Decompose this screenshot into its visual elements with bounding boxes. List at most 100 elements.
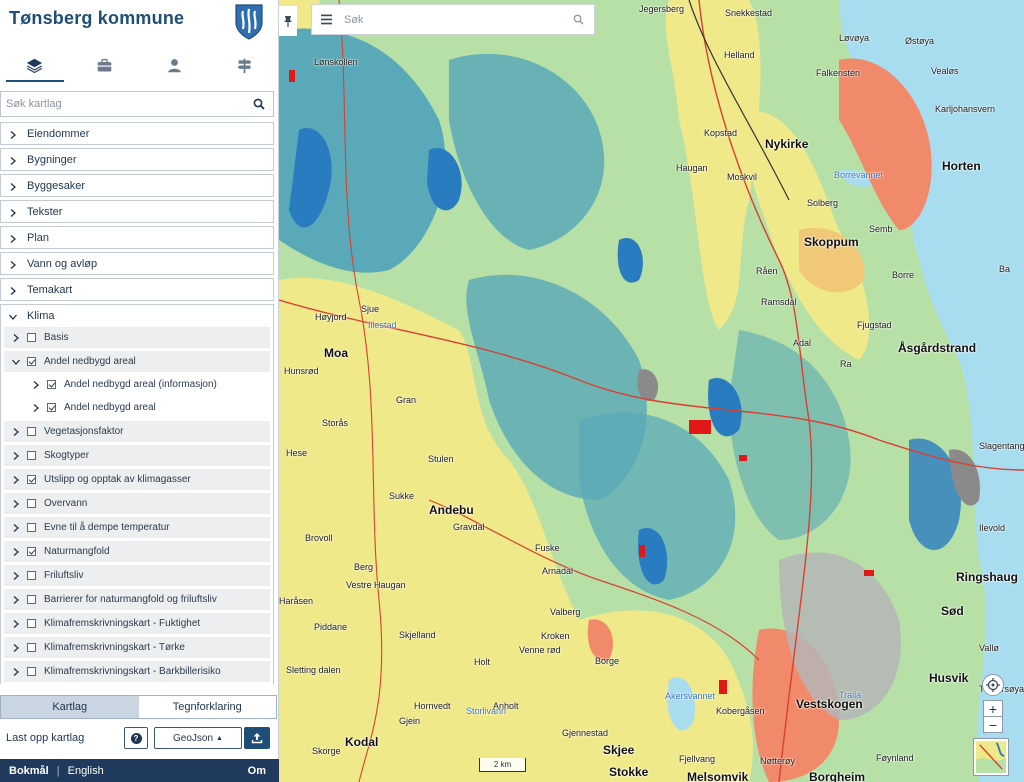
map-place-label: Storås: [322, 418, 349, 428]
map-place-label: Valberg: [550, 607, 581, 617]
layer-checkbox[interactable]: [27, 619, 36, 628]
layer-checkbox[interactable]: [27, 643, 36, 652]
basemap-switch-button[interactable]: [973, 738, 1009, 776]
category-label: Eiendommer: [27, 127, 90, 140]
layer-checkbox[interactable]: [27, 499, 36, 508]
upload-button[interactable]: [244, 727, 270, 749]
municipality-crest-icon: [235, 4, 263, 40]
tab-tegnforklaring[interactable]: Tegnforklaring: [139, 696, 277, 718]
pin-icon: [284, 16, 292, 27]
tab-kartlag[interactable]: Kartlag: [1, 696, 139, 718]
layer-checkbox[interactable]: [27, 595, 36, 604]
lang-english[interactable]: English: [68, 765, 104, 777]
map-place-label: Helland: [724, 50, 755, 60]
layer-checkbox[interactable]: [27, 571, 36, 580]
layer-checkbox[interactable]: [27, 547, 36, 556]
layer-checkbox[interactable]: [27, 451, 36, 460]
layer-checkbox[interactable]: [47, 403, 56, 412]
map-search-placeholder: Søk: [344, 13, 364, 26]
format-select[interactable]: GeoJson ▲: [154, 727, 242, 749]
help-icon: ?: [130, 732, 142, 744]
layer-item-dempe-temperatur[interactable]: Evne til å dempe temperatur: [4, 517, 270, 538]
layer-checkbox[interactable]: [27, 427, 36, 436]
layer-item-skogtyper[interactable]: Skogtyper: [4, 445, 270, 466]
layer-item-andel-nedbygd-areal-child[interactable]: Andel nedbygd areal: [4, 397, 270, 418]
layer-item-andel-nedbygd-areal-informasjon[interactable]: Andel nedbygd areal (informasjon): [4, 374, 270, 395]
map-search-input[interactable]: Søk: [311, 4, 595, 35]
menu-icon[interactable]: [321, 14, 332, 25]
map-pin-toggle[interactable]: [279, 6, 297, 36]
locate-button[interactable]: [982, 674, 1004, 696]
layer-checkbox[interactable]: [27, 667, 36, 676]
layer-item-utslipp[interactable]: Utslipp og opptak av klimagasser: [4, 469, 270, 490]
map-place-label: Haugan: [676, 163, 708, 173]
layer-checkbox[interactable]: [27, 333, 36, 342]
map-place-label: Venne rød: [519, 645, 561, 655]
search-icon[interactable]: [253, 98, 265, 110]
category-byggesaker[interactable]: Byggesaker: [0, 174, 274, 197]
category-vann-og-avlop[interactable]: Vann og avløp: [0, 252, 274, 275]
help-button[interactable]: ?: [124, 727, 148, 749]
layer-item-basis[interactable]: Basis: [4, 327, 270, 348]
layer-label: Klimafremskrivningskart - Fuktighet: [44, 618, 201, 629]
map-place-label: Gravdal: [453, 522, 485, 532]
layer-item-torke[interactable]: Klimafremskrivningskart - Tørke: [4, 637, 270, 658]
search-icon[interactable]: [573, 14, 584, 25]
layer-item-overvann[interactable]: Overvann: [4, 493, 270, 514]
zoom-in-button[interactable]: +: [983, 700, 1003, 717]
about-link[interactable]: Om: [248, 765, 266, 777]
lang-bokmal[interactable]: Bokmål: [9, 765, 49, 777]
map-place-label: Borre: [892, 270, 915, 280]
map-place-label: Skorge: [312, 746, 341, 756]
map-place-label: Vestre Haugan: [346, 580, 406, 590]
layer-checkbox[interactable]: [27, 523, 36, 532]
category-eiendommer[interactable]: Eiendommer: [0, 122, 274, 145]
toolbox-icon: [97, 58, 112, 71]
layer-item-barrierer[interactable]: Barrierer for naturmangfold og friluftsl…: [4, 589, 270, 610]
map-place-label: Skjelland: [399, 630, 436, 640]
layer-item-friluftsliv[interactable]: Friluftsliv: [4, 565, 270, 586]
layer-label: Klimafremskrivningskart - Barkbillerisik…: [44, 666, 221, 677]
map-place-label: Kopstad: [704, 128, 738, 138]
layer-item-andel-nedbygd-areal[interactable]: Andel nedbygd areal: [4, 351, 270, 372]
layer-checkbox[interactable]: [27, 357, 36, 366]
category-label: Klima: [27, 310, 55, 322]
map-canvas[interactable]: Jegersberg Snekkestad Løvøya Østøya Lønskoll…: [279, 0, 1024, 782]
chevron-right-icon: [9, 234, 17, 243]
sidebar-header: Tønsberg kommune: [0, 0, 279, 46]
category-plan[interactable]: Plan: [0, 226, 274, 249]
layer-checkbox[interactable]: [47, 380, 56, 389]
layer-item-barkbillerisiko[interactable]: Klimafremskrivningskart - Barkbillerisik…: [4, 661, 270, 682]
layer-label: Utslipp og opptak av klimagasser: [44, 474, 191, 485]
category-bygninger[interactable]: Bygninger: [0, 148, 274, 171]
app-title: Tønsberg kommune: [9, 8, 185, 28]
map-place-label: Arnadal: [542, 566, 574, 576]
category-temakart[interactable]: Temakart: [0, 278, 274, 301]
map-place-label: Vallø: [979, 643, 999, 653]
map-place-label: Semb: [869, 224, 893, 234]
layer-label: Andel nedbygd areal (informasjon): [64, 379, 217, 390]
map-place-label: Vestskogen: [796, 697, 863, 711]
layer-checkbox[interactable]: [27, 475, 36, 484]
map-place-label: Borge: [595, 656, 620, 666]
map-place-label: Moa: [324, 346, 348, 360]
tab-user[interactable]: [140, 48, 210, 82]
layer-item-vegetasjonsfaktor[interactable]: Vegetasjonsfaktor: [4, 421, 270, 442]
layer-item-fuktighet[interactable]: Klimafremskrivningskart - Fuktighet: [4, 613, 270, 634]
chevron-right-icon: [32, 403, 39, 412]
map-place-label: Illestad: [368, 320, 397, 330]
layer-category-list: Eiendommer Bygninger Byggesaker Tekster …: [0, 122, 274, 684]
map-place-label: Stokke: [609, 765, 649, 779]
tab-layers[interactable]: [0, 48, 70, 82]
zoom-out-button[interactable]: −: [983, 716, 1003, 733]
category-tekster[interactable]: Tekster: [0, 200, 274, 223]
basemap-thumbnail-icon: [976, 741, 1006, 773]
tab-tools[interactable]: [70, 48, 140, 82]
layer-search-input[interactable]: Søk kartlag: [0, 91, 274, 117]
category-klima-header[interactable]: Klima: [1, 305, 273, 327]
tab-directions[interactable]: [209, 48, 279, 82]
map-place-label: Gran: [396, 395, 417, 405]
map-place-label: Skjee: [603, 743, 635, 757]
layer-item-naturmangfold[interactable]: Naturmangfold: [4, 541, 270, 562]
chevron-right-icon: [32, 380, 39, 389]
